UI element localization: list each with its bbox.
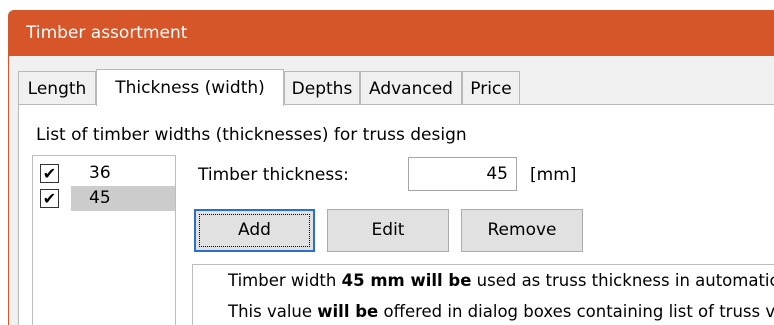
list-item-checkbox[interactable]: ✔ <box>40 189 59 208</box>
info-panel: Timber width 45 mm will be used as truss… <box>192 264 774 325</box>
list-item-selected[interactable]: ✔ 45 <box>33 186 175 211</box>
tab-thickness-width[interactable]: Thickness (width) <box>96 69 284 106</box>
list-item-checkbox[interactable]: ✔ <box>40 164 59 183</box>
tab-depths[interactable]: Depths <box>284 71 360 105</box>
timber-widths-listbox[interactable]: ✔ 36 ✔ 45 <box>32 155 176 325</box>
timber-thickness-input[interactable] <box>408 157 517 191</box>
timber-widths-list-label: List of timber widths (thicknesses) for … <box>36 125 467 145</box>
info-line-1: Timber width 45 mm will be used as truss… <box>228 271 774 290</box>
remove-button-label: Remove <box>487 220 557 240</box>
list-item-value: 45 <box>89 188 111 208</box>
tab-length[interactable]: Length <box>18 71 96 105</box>
add-button-label: Add <box>238 220 271 240</box>
edit-button-label: Edit <box>371 220 405 240</box>
window-titlebar: Timber assortment <box>8 10 774 56</box>
selection-highlight <box>71 186 175 211</box>
tab-price[interactable]: Price <box>462 71 520 105</box>
edit-button[interactable]: Edit <box>327 209 449 252</box>
remove-button[interactable]: Remove <box>461 209 583 252</box>
add-button[interactable]: Add <box>194 209 315 252</box>
tab-advanced[interactable]: Advanced <box>360 71 462 105</box>
list-item-value: 36 <box>89 163 111 183</box>
list-item[interactable]: ✔ 36 <box>33 161 175 186</box>
unit-label: [mm] <box>530 165 577 185</box>
window-title: Timber assortment <box>26 23 188 43</box>
timber-thickness-label: Timber thickness: <box>198 165 349 185</box>
info-line-2: This value will be offered in dialog box… <box>228 302 774 321</box>
